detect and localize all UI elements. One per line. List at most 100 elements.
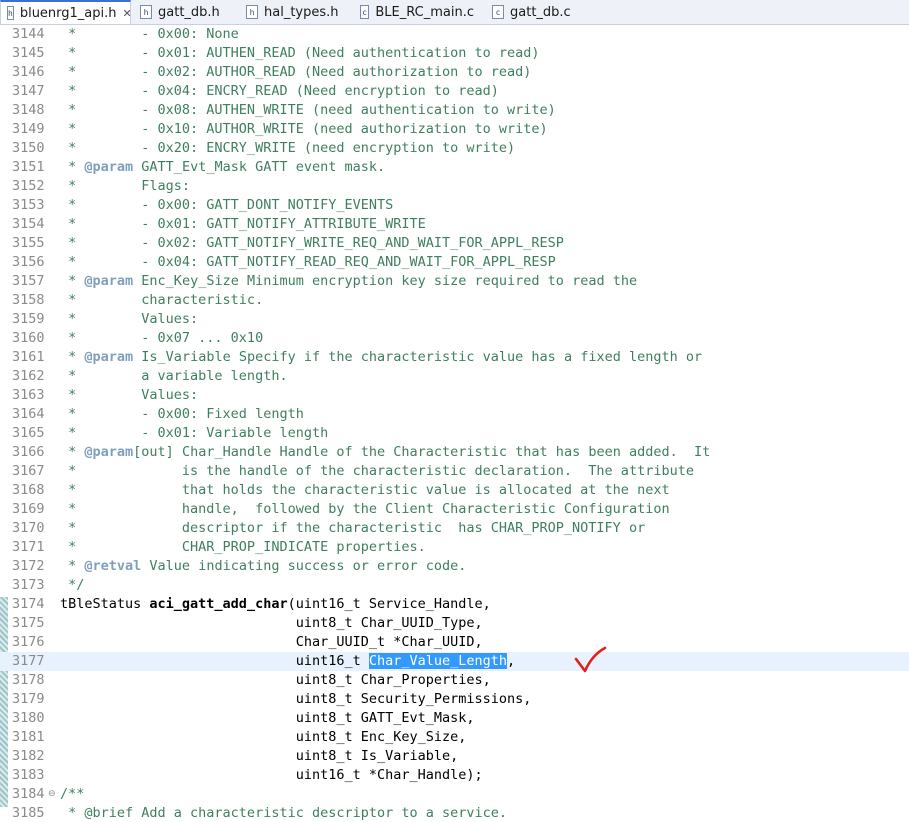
code-line[interactable]: 3176 Char_UUID_t *Char_UUID,	[0, 633, 909, 652]
code-line[interactable]: 3157 * @param Enc_Key_Size Minimum encry…	[0, 272, 909, 291]
line-number: 3180	[12, 710, 45, 726]
code-editor[interactable]: 3144 * - 0x00: None 3145 * - 0x01: AUTHEN…	[0, 25, 909, 822]
red-checkmark-icon	[574, 646, 607, 673]
tab-gatt-db-c[interactable]: c gatt_db.c	[486, 0, 586, 24]
code-line[interactable]: 3165 * - 0x01: Variable length	[0, 424, 909, 443]
code-segment: tBleStatus	[60, 596, 150, 612]
tab-ble-rc-main-c[interactable]: c BLE_RC_main.c	[354, 0, 474, 24]
code-line[interactable]: 3161 * @param Is_Variable Specify if the…	[0, 348, 909, 367]
line-number: 3168	[12, 482, 45, 498]
code-segment: (uint16_t Service_Handle,	[287, 596, 491, 612]
code-line[interactable]: 3174 tBleStatus aci_gatt_add_char(uint16_…	[0, 595, 909, 614]
tab-bluenrg1-api-h[interactable]: h bluenrg1_api.h ✕	[0, 0, 132, 24]
code-line[interactable]: 3181 uint8_t Enc_Key_Size,	[0, 728, 909, 747]
code-line[interactable]: 3166 * @param[out] Char_Handle Handle of…	[0, 443, 909, 462]
code-line[interactable]: 3183 uint16_t *Char_Handle);	[0, 766, 909, 785]
code-line[interactable]: 3169 * handle, followed by the Client Ch…	[0, 500, 909, 519]
code-line[interactable]: 3144 * - 0x00: None	[0, 25, 909, 44]
code-text: uint8_t GATT_Evt_Mask,	[60, 709, 475, 728]
code-line[interactable]: 3154 * - 0x01: GATT_NOTIFY_ATTRIBUTE_WRI…	[0, 215, 909, 234]
comment-text: [out] Char_Handle Handle of the Characte…	[133, 444, 711, 460]
line-number: 3147	[12, 83, 45, 99]
line-number: 3167	[12, 463, 45, 479]
code-line[interactable]: 3178 uint8_t Char_Properties,	[0, 671, 909, 690]
code-line[interactable]: 3162 * a variable length.	[0, 367, 909, 386]
code-line[interactable]: 3182 uint8_t Is_Variable,	[0, 747, 909, 766]
code-line[interactable]: 3173 */	[0, 576, 909, 595]
code-text: * - 0x08: AUTHEN_WRITE (need authenticat…	[60, 101, 556, 120]
code-line[interactable]: 3156 * - 0x04: GATT_NOTIFY_READ_REQ_AND_…	[0, 253, 909, 272]
code-text: * @param[out] Char_Handle Handle of the …	[60, 444, 711, 460]
code-text: * @param Is_Variable Specify if the char…	[60, 349, 703, 365]
fold-toggle-icon[interactable]: ⊖	[48, 785, 56, 804]
code-line[interactable]: 3185 * @brief Add a characteristic descr…	[0, 804, 909, 822]
close-icon[interactable]: ✕	[123, 7, 132, 20]
code-line[interactable]: 3172 * @retval Value indicating success …	[0, 557, 909, 576]
code-text: * - 0x20: ENCRY_WRITE (need encryption t…	[60, 139, 515, 158]
line-number: 3171	[12, 539, 45, 555]
line-number: 3151	[12, 159, 45, 175]
comment-text: * a variable length.	[60, 368, 288, 384]
comment-text: * - 0x07 ... 0x10	[60, 330, 264, 346]
code-line[interactable]: 3184 ⊖/**	[0, 785, 909, 804]
code-text: * - 0x00: Fixed length	[60, 405, 304, 424]
comment-text: * - 0x00: GATT_DONT_NOTIFY_EVENTS	[60, 197, 394, 213]
code-line[interactable]: 3170 * descriptor if the characteristic …	[0, 519, 909, 538]
line-number: 3182	[12, 748, 45, 764]
tab-label: BLE_RC_main.c	[375, 4, 474, 20]
comment-text: * that holds the characteristic value is…	[60, 482, 670, 498]
line-number: 3166	[12, 444, 45, 460]
code-line[interactable]: 3145 * - 0x01: AUTHEN_READ (Need authent…	[0, 44, 909, 63]
code-line[interactable]: 3147 * - 0x04: ENCRY_READ (Need encrypti…	[0, 82, 909, 101]
javadoc-tag: @param	[84, 444, 134, 460]
code-line[interactable]: 3164 * - 0x00: Fixed length	[0, 405, 909, 424]
code-segment: uint16_t *Char_Handle);	[60, 767, 483, 783]
code-segment: uint8_t Enc_Key_Size,	[60, 729, 467, 745]
code-text: * - 0x04: GATT_NOTIFY_READ_REQ_AND_WAIT_…	[60, 253, 556, 272]
selected-text[interactable]: Char_Value_Length	[368, 653, 508, 669]
code-line[interactable]: 3148 * - 0x08: AUTHEN_WRITE (need authen…	[0, 101, 909, 120]
comment-text: * @brief Add a characteristic descriptor…	[60, 805, 508, 821]
line-number: 3152	[12, 178, 45, 194]
line-number: 3154	[12, 216, 45, 232]
comment-text: /**	[60, 786, 85, 802]
code-segment: uint16_t	[60, 653, 369, 669]
code-line[interactable]: 3153 * - 0x00: GATT_DONT_NOTIFY_EVENTS	[0, 196, 909, 215]
code-line[interactable]: 3179 uint8_t Security_Permissions,	[0, 690, 909, 709]
code-line[interactable]: 3177 uint16_t Char_Value_Length,	[0, 652, 909, 671]
code-line[interactable]: 3175 uint8_t Char_UUID_Type,	[0, 614, 909, 633]
line-number: 3179	[12, 691, 45, 707]
code-text: tBleStatus aci_gatt_add_char(uint16_t Se…	[60, 595, 491, 614]
code-line[interactable]: 3151 * @param GATT_Evt_Mask GATT event m…	[0, 158, 909, 177]
code-line[interactable]: 3163 * Values:	[0, 386, 909, 405]
code-line[interactable]: 3167 * is the handle of the characterist…	[0, 462, 909, 481]
code-line[interactable]: 3159 * Values:	[0, 310, 909, 329]
code-line[interactable]: 3180 uint8_t GATT_Evt_Mask,	[0, 709, 909, 728]
line-number: 3160	[12, 330, 45, 346]
code-line[interactable]: 3160 * - 0x07 ... 0x10	[0, 329, 909, 348]
tab-gatt-db-h[interactable]: h gatt_db.h	[134, 0, 234, 24]
tab-hal-types-h[interactable]: h hal_types.h	[240, 0, 340, 24]
code-line[interactable]: 3152 * Flags:	[0, 177, 909, 196]
code-line[interactable]: 3146 * - 0x02: AUTHOR_READ (Need authori…	[0, 63, 909, 82]
javadoc-tag: @param	[84, 159, 134, 175]
comment-text: * - 0x01: Variable length	[60, 425, 329, 441]
comment-text: */	[60, 577, 85, 593]
code-text: * @param Enc_Key_Size Minimum encryption…	[60, 273, 638, 289]
code-line[interactable]: 3149 * - 0x10: AUTHOR_WRITE (need author…	[0, 120, 909, 139]
code-line[interactable]: 3150 * - 0x20: ENCRY_WRITE (need encrypt…	[0, 139, 909, 158]
code-line[interactable]: 3168 * that holds the characteristic val…	[0, 481, 909, 500]
javadoc-tag: @param	[84, 273, 134, 289]
code-text: * - 0x01: GATT_NOTIFY_ATTRIBUTE_WRITE	[60, 215, 426, 234]
comment-text: * - 0x00: Fixed length	[60, 406, 304, 422]
code-line[interactable]: 3171 * CHAR_PROP_INDICATE properties.	[0, 538, 909, 557]
code-text: /**	[60, 785, 84, 804]
code-line[interactable]: 3158 * characteristic.	[0, 291, 909, 310]
h-file-icon: h	[7, 6, 14, 20]
code-text: * descriptor if the characteristic has C…	[60, 519, 645, 538]
function-name: aci_gatt_add_char	[149, 596, 288, 612]
comment-text: * characteristic.	[60, 292, 264, 308]
code-text: * that holds the characteristic value is…	[60, 481, 670, 500]
line-number: 3153	[12, 197, 45, 213]
code-line[interactable]: 3155 * - 0x02: GATT_NOTIFY_WRITE_REQ_AND…	[0, 234, 909, 253]
